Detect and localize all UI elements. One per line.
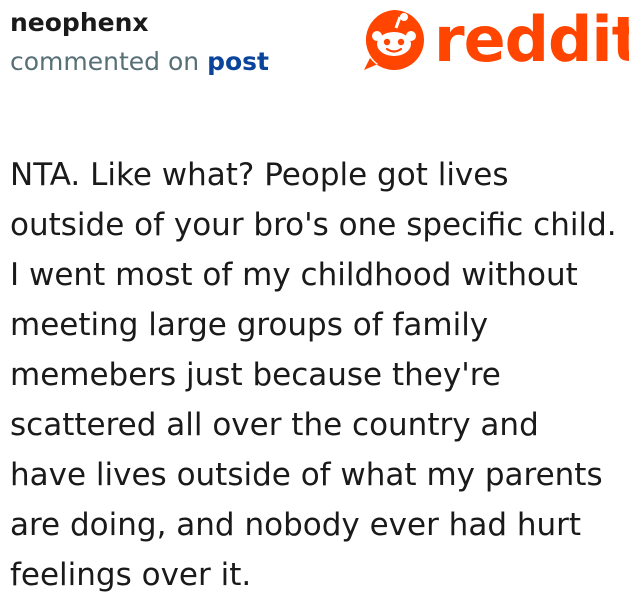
post-link[interactable]: post — [207, 47, 269, 76]
comment-meta: commented on post — [10, 46, 269, 78]
username[interactable]: neophenx — [10, 8, 149, 38]
action-text: commented on — [10, 47, 208, 76]
reddit-wordmark: reddit — [434, 3, 629, 76]
comment-body: NTA. Like what? People got lives outside… — [10, 157, 617, 593]
reddit-alien-icon — [364, 10, 424, 70]
reddit-logo: reddit — [360, 6, 629, 74]
